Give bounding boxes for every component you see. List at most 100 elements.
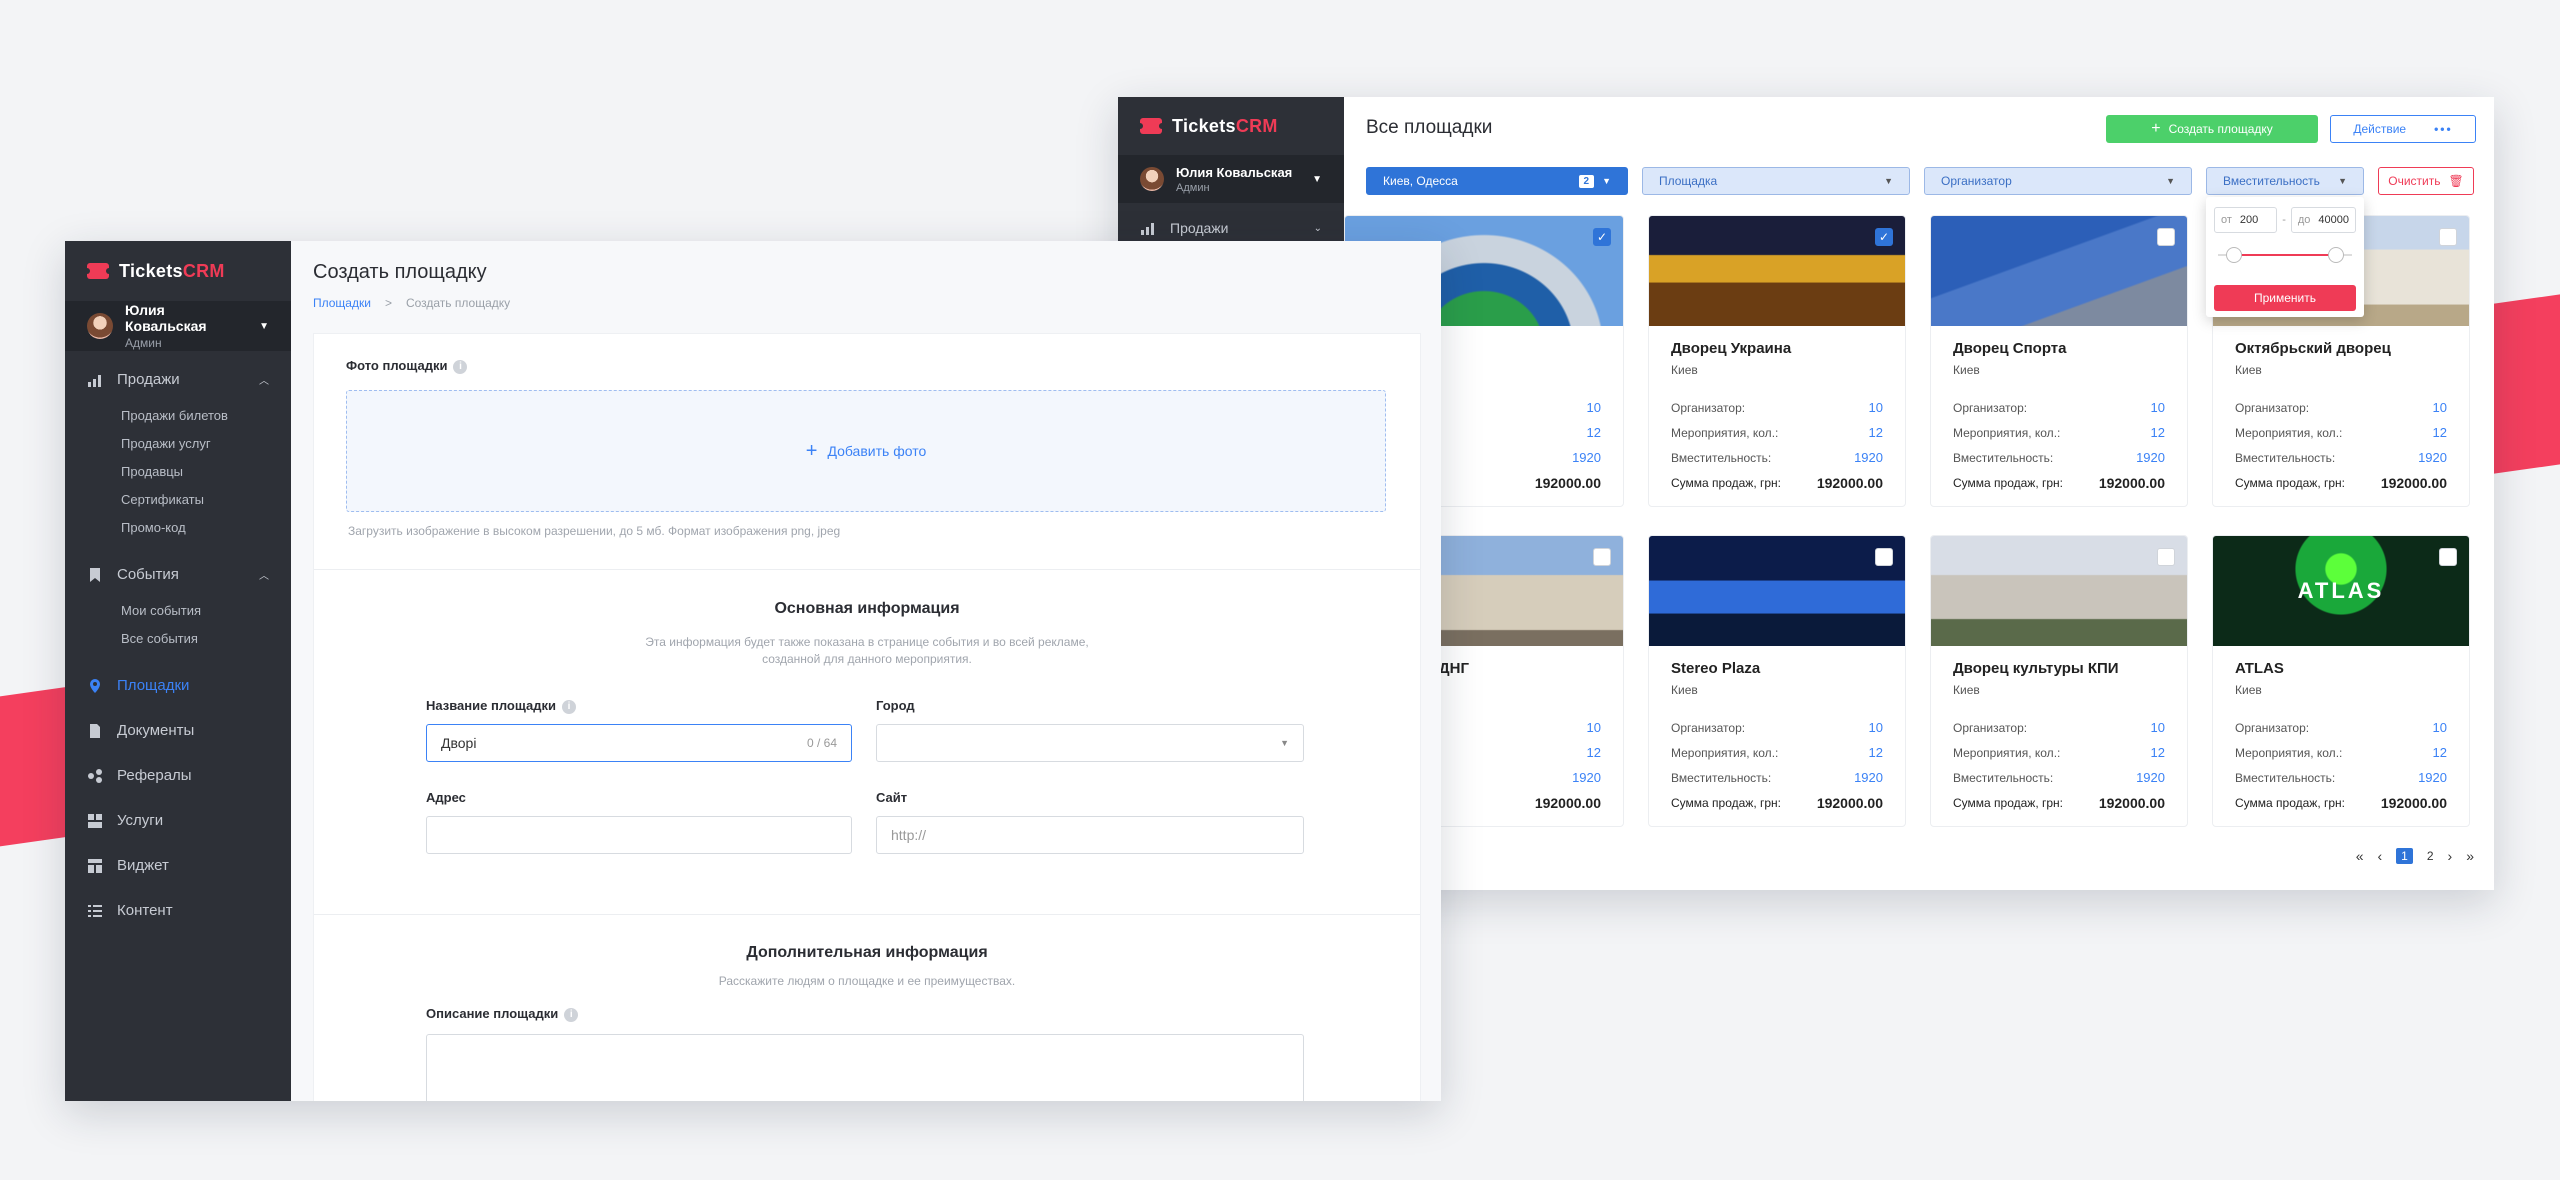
stat-value[interactable]: 1920 xyxy=(1572,770,1601,785)
stat-value[interactable]: 1920 xyxy=(2418,770,2447,785)
range-handle-max[interactable] xyxy=(2327,247,2344,263)
prev-page-button[interactable]: ‹ xyxy=(2377,848,2382,864)
stat-value[interactable]: 12 xyxy=(2151,745,2165,760)
brand-logo[interactable]: TicketsCRM xyxy=(65,241,291,301)
venue-name: Дворец Украина xyxy=(1671,340,1792,357)
user-menu[interactable]: Юлия Ковальская Админ ▼ xyxy=(65,301,291,351)
brand-logo[interactable]: TicketsCRM xyxy=(1118,97,1344,155)
venue-checkbox[interactable] xyxy=(1593,548,1611,566)
ticket-logo-icon xyxy=(1137,118,1165,134)
stat-value[interactable]: 10 xyxy=(2151,400,2165,415)
venue-card[interactable]: ATLAS ATLAS Киев Организатор: 10 Мероприятия,… xyxy=(2212,535,2470,827)
city-select[interactable]: ▼ xyxy=(876,724,1304,762)
sidebar-item-2[interactable]: Площадки xyxy=(65,663,291,708)
site-input[interactable]: http:// xyxy=(876,816,1304,854)
venue-checkbox[interactable]: ✓ xyxy=(1875,228,1893,246)
breadcrumb-venues-link[interactable]: Площадки xyxy=(313,296,371,310)
sidebar-item-3[interactable]: Документы xyxy=(65,708,291,753)
stat-value[interactable]: 1920 xyxy=(2136,770,2165,785)
basic-info-description: Эта информация будет также показана в ст… xyxy=(645,635,1089,666)
clear-filters-button[interactable]: Очистить 🗑 xyxy=(2378,167,2474,195)
venue-filter[interactable]: Площадка ▼ xyxy=(1642,167,1910,195)
city-filter[interactable]: Киев, Одесса 2 ▼ xyxy=(1366,167,1628,195)
photo-label: Фото площадки i xyxy=(346,358,468,374)
stat-value[interactable]: 10 xyxy=(1869,400,1883,415)
stat-value[interactable]: 10 xyxy=(1869,720,1883,735)
next-page-button[interactable]: › xyxy=(2448,848,2453,864)
action-label: Действие xyxy=(2353,122,2407,136)
venue-photo xyxy=(1649,536,1905,646)
sidebar-item-4[interactable]: Рефералы xyxy=(65,753,291,798)
action-button[interactable]: Действие ••• xyxy=(2330,115,2476,143)
sidebar-subitem[interactable]: Продажи билетов xyxy=(121,402,291,430)
stat-value[interactable]: 1920 xyxy=(1854,450,1883,465)
address-input[interactable] xyxy=(426,816,852,854)
sidebar-subitem[interactable]: Продавцы xyxy=(121,458,291,486)
chevron-right-icon: > xyxy=(384,296,392,310)
venue-checkbox[interactable]: ✓ xyxy=(1593,228,1611,246)
sidebar-item-7[interactable]: Контент xyxy=(65,888,291,933)
stat-value[interactable]: 1920 xyxy=(1572,450,1601,465)
chevron-down-icon: ▼ xyxy=(1884,176,1893,186)
sidebar-subitem[interactable]: Сертификаты xyxy=(121,486,291,514)
capacity-filter[interactable]: Вместительность ▼ xyxy=(2206,167,2364,195)
last-page-button[interactable]: » xyxy=(2466,848,2474,864)
stat-value[interactable]: 10 xyxy=(2433,720,2447,735)
trash-icon: 🗑 xyxy=(2448,174,2464,188)
venue-card[interactable]: Дворец Спорта Киев Организатор: 10 Мероприят… xyxy=(1930,215,2188,507)
organizer-filter[interactable]: Организатор ▼ xyxy=(1924,167,2192,195)
stat-value[interactable]: 1920 xyxy=(2136,450,2165,465)
sidebar-item-0[interactable]: Продажи ︿ xyxy=(65,357,291,402)
page-2-button[interactable]: 2 xyxy=(2427,849,2434,863)
venue-card[interactable]: ✓ Дворец Украина Киев Организатор: 10 Меропри… xyxy=(1648,215,1906,507)
stat-value[interactable]: 10 xyxy=(1587,720,1601,735)
capacity-popup: от 200 - до 40000 Применить xyxy=(2206,197,2364,317)
stat-value[interactable]: 1920 xyxy=(1854,770,1883,785)
clear-label: Очистить xyxy=(2388,174,2441,188)
sidebar-subitem[interactable]: Промо-код xyxy=(121,514,291,542)
sidebar-item-1[interactable]: События ︿ xyxy=(65,552,291,597)
range-handle-min[interactable] xyxy=(2226,247,2243,263)
user-menu[interactable]: Юлия Ковальская Админ ▼ xyxy=(1118,155,1344,203)
stat-value[interactable]: 12 xyxy=(1587,425,1601,440)
to-value: 40000 xyxy=(2318,214,2349,226)
description-textarea[interactable] xyxy=(426,1034,1304,1101)
venue-checkbox[interactable] xyxy=(1875,548,1893,566)
stat-value[interactable]: 12 xyxy=(1869,425,1883,440)
stat-value[interactable]: 12 xyxy=(1869,745,1883,760)
sidebar-submenu: Мои события Все события xyxy=(65,597,291,663)
first-page-button[interactable]: « xyxy=(2356,848,2364,864)
add-photo-dropzone[interactable]: + Добавить фото xyxy=(346,390,1386,512)
page-1-button[interactable]: 1 xyxy=(2396,848,2413,864)
venue-card[interactable]: Stereo Plaza Киев Организатор: 10 Мероприяти… xyxy=(1648,535,1906,827)
sidebar-item-5[interactable]: Услуги xyxy=(65,798,291,843)
add-photo-label: Добавить фото xyxy=(827,443,927,459)
stat-value[interactable]: 1920 xyxy=(2418,450,2447,465)
sidebar-item-6[interactable]: Виджет xyxy=(65,843,291,888)
capacity-range-slider[interactable] xyxy=(2218,247,2352,263)
stat-value[interactable]: 10 xyxy=(2433,400,2447,415)
venue-checkbox[interactable] xyxy=(2439,228,2457,246)
venue-name-input[interactable]: Дворі 0 / 64 xyxy=(426,724,852,762)
stat-value[interactable]: 12 xyxy=(2433,425,2447,440)
stat-value: 192000.00 xyxy=(1534,794,1601,811)
stat-value[interactable]: 10 xyxy=(2151,720,2165,735)
brand-suffix: CRM xyxy=(182,260,225,281)
organizer-filter-label: Организатор xyxy=(1941,174,2012,188)
apply-button[interactable]: Применить xyxy=(2214,285,2356,311)
page-title: Все площадки xyxy=(1366,117,1493,138)
venue-checkbox[interactable] xyxy=(2157,228,2175,246)
stat-value[interactable]: 12 xyxy=(2433,745,2447,760)
stat-value[interactable]: 10 xyxy=(1587,400,1601,415)
venue-checkbox[interactable] xyxy=(2439,548,2457,566)
capacity-from-input[interactable]: от 200 xyxy=(2214,207,2278,233)
capacity-to-input[interactable]: до 40000 xyxy=(2290,207,2356,233)
sidebar-subitem[interactable]: Продажи услуг xyxy=(121,430,291,458)
sidebar-subitem[interactable]: Все события xyxy=(121,625,291,653)
stat-value[interactable]: 12 xyxy=(1587,745,1601,760)
venue-checkbox[interactable] xyxy=(2157,548,2175,566)
venue-card[interactable]: Дворец культуры КПИ Киев Организатор: 10 Мер… xyxy=(1930,535,2188,827)
stat-value[interactable]: 12 xyxy=(2151,425,2165,440)
sidebar-subitem[interactable]: Мои события xyxy=(121,597,291,625)
create-venue-button[interactable]: + Создать площадку xyxy=(2106,115,2318,143)
